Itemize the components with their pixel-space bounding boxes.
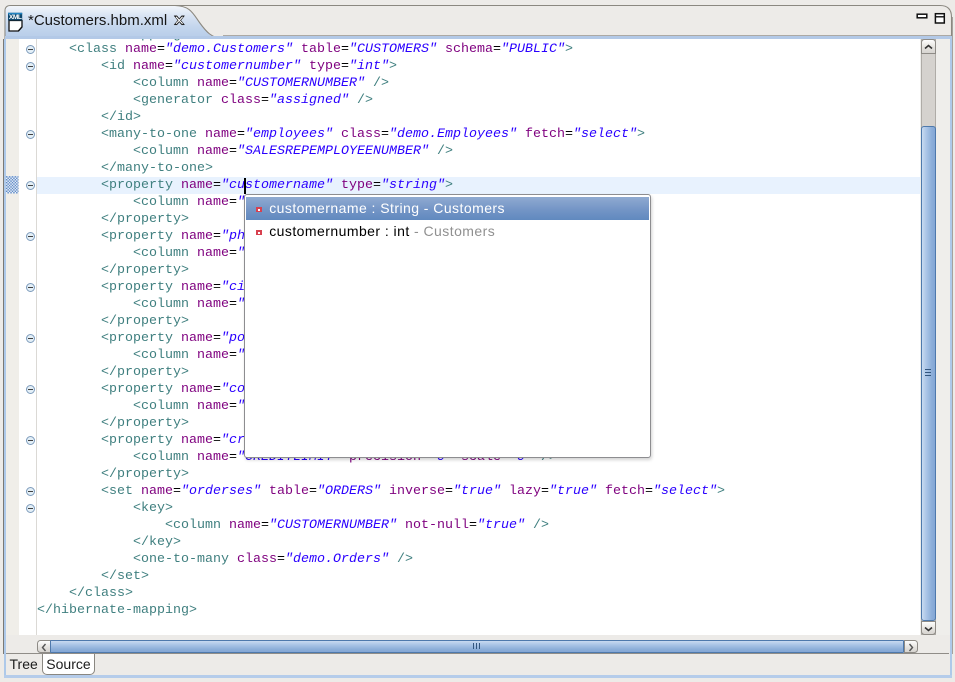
- svg-text:XML: XML: [9, 14, 22, 21]
